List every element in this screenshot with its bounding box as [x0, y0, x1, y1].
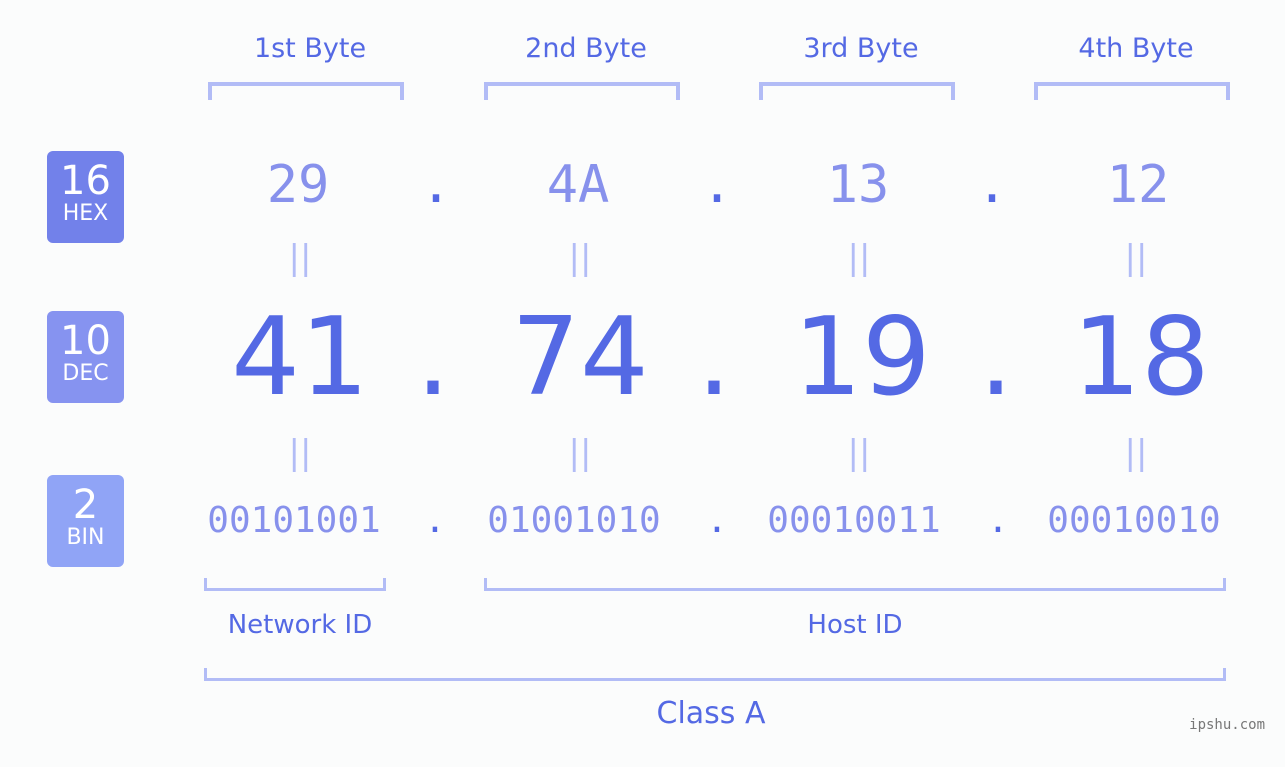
dec-dot-1: .	[415, 295, 451, 420]
network-id-label: Network ID	[227, 610, 373, 640]
dec-badge: 10 DEC	[47, 311, 124, 403]
byte-label-4: 4th Byte	[1078, 33, 1194, 64]
byte-bracket-1	[208, 82, 404, 100]
byte-label-3: 3rd Byte	[803, 33, 919, 64]
equals-sign: ||	[847, 238, 871, 278]
hex-dot-1: .	[420, 155, 452, 215]
bin-label: BIN	[66, 525, 105, 550]
equals-sign: ||	[568, 238, 592, 278]
hex-base: 16	[60, 158, 111, 204]
byte-label-1: 1st Byte	[253, 33, 367, 64]
hex-dot-2: .	[701, 155, 733, 215]
dec-label: DEC	[62, 361, 109, 386]
bin-base: 2	[72, 482, 99, 528]
equals-sign: ||	[288, 433, 312, 473]
class-bracket	[204, 668, 1226, 681]
bin-dot-2: .	[706, 500, 728, 541]
bin-dot-3: .	[987, 500, 1009, 541]
byte-bracket-3	[759, 82, 955, 100]
byte-bracket-4	[1034, 82, 1230, 100]
equals-sign: ||	[1124, 238, 1148, 278]
dec-base: 10	[60, 318, 111, 364]
host-id-bracket	[484, 578, 1226, 591]
dec-dot-2: .	[696, 295, 732, 420]
bin-badge: 2 BIN	[47, 475, 124, 567]
byte-label-2: 2nd Byte	[525, 33, 647, 64]
equals-sign: ||	[568, 433, 592, 473]
dec-dot-3: .	[978, 295, 1014, 420]
network-id-bracket	[204, 578, 386, 591]
watermark: ipshu.com	[1189, 717, 1265, 733]
class-label: Class A	[656, 696, 766, 731]
equals-sign: ||	[1124, 433, 1148, 473]
hex-badge: 16 HEX	[47, 151, 124, 243]
equals-sign: ||	[847, 433, 871, 473]
hex-dot-3: .	[976, 155, 1008, 215]
hex-label: HEX	[62, 201, 109, 226]
equals-sign: ||	[288, 238, 312, 278]
bin-dot-1: .	[424, 500, 446, 541]
byte-bracket-2	[484, 82, 680, 100]
host-id-label: Host ID	[807, 610, 903, 640]
